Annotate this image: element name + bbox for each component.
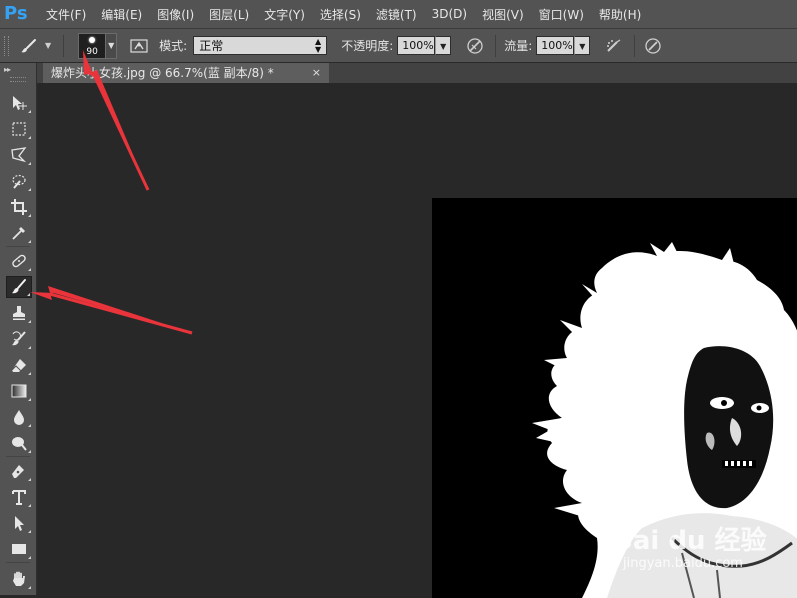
mode-value: 正常 [199,39,224,53]
tool-separator [6,562,30,563]
divider [634,34,636,57]
document-tab-title: 爆炸头小女孩.jpg @ 66.7%(蓝 副本/8) * [51,66,274,80]
menu-filter[interactable]: 滤镜(T) [376,6,417,23]
rectangle-icon [12,544,26,554]
tool-separator [6,246,30,247]
blur-icon [14,410,24,425]
airbrush-toggle[interactable] [604,36,624,56]
brush-panel-toggle[interactable] [129,36,149,56]
pressure-size-icon [645,37,661,54]
pressure-opacity-icon [467,37,483,54]
clone-stamp-icon [13,306,25,320]
divider [63,34,65,57]
baidu-watermark: Bai du 经验 jingyan.baidu.com [613,520,783,580]
dodge-icon [12,437,27,451]
brush-size-dropdown[interactable]: ▼ [106,32,118,59]
menu-bar: Ps 文件(F) 编辑(E) 图像(I) 图层(L) 文字(Y) 选择(S) 滤… [0,0,797,29]
tool-marquee[interactable] [6,118,32,140]
watermark-sub: jingyan.baidu.com [623,556,743,571]
flow-input[interactable]: 100% [536,36,575,55]
menu-type[interactable]: 文字(Y) [264,6,305,23]
brush-icon [21,38,36,52]
marquee-icon [12,122,26,136]
options-grip[interactable] [4,35,9,56]
divider [495,34,497,57]
tool-eraser[interactable] [6,354,32,376]
menu-window[interactable]: 窗口(W) [539,6,584,23]
menu-image[interactable]: 图像(I) [157,6,194,23]
airbrush-icon [607,39,621,52]
menu-select[interactable]: 选择(S) [320,6,361,23]
tool-history-brush[interactable] [6,328,32,350]
mode-select[interactable]: 正常 ▲ ▼ [193,36,328,55]
quick-select-icon [12,174,26,189]
move-icon [13,96,27,110]
photoshop-logo: Ps [4,3,28,24]
menu-layer[interactable]: 图层(L) [209,6,249,23]
brush-size-value: 90 [86,46,98,57]
document-tab-bar: 爆炸头小女孩.jpg @ 66.7%(蓝 副本/8) * × [37,63,797,83]
close-icon[interactable]: × [312,63,321,83]
tool-healing-brush[interactable] [6,250,32,272]
eyedropper-icon [12,227,25,240]
collapse-panel-icon[interactable]: ▸▸ [4,65,11,74]
tool-brush[interactable] [6,276,32,298]
eraser-icon [11,359,26,372]
crop-icon [11,199,27,215]
menu-help[interactable]: 帮助(H) [599,6,641,23]
flow-dropdown[interactable]: ▼ [574,36,591,55]
pressure-size-toggle[interactable] [643,36,663,56]
workspace[interactable] [37,83,797,598]
chevron-down-icon: ▼ [45,41,52,50]
tools-panel: ▸▸ [0,63,37,595]
healing-brush-icon [12,254,26,268]
type-icon [12,490,26,505]
options-bar: ▼ 90 ▼ 模式: 正常 ▲ ▼ 不透明度: 100% ▼ 流量: 100% ▼ [0,29,797,63]
tool-separator [6,456,30,457]
lasso-icon [11,147,27,163]
hand-icon [13,571,25,586]
pen-icon [12,465,24,478]
tool-eyedropper[interactable] [6,222,32,244]
tool-lasso[interactable] [6,144,32,166]
document-tab[interactable]: 爆炸头小女孩.jpg @ 66.7%(蓝 副本/8) * × [43,63,329,83]
tool-clone-stamp[interactable] [6,302,32,324]
tool-crop[interactable] [6,196,32,218]
tool-move[interactable] [6,92,32,114]
tool-blur[interactable] [6,406,32,428]
brush-size-picker[interactable]: 90 [78,32,107,59]
brush-icon [12,279,26,294]
tool-type[interactable] [6,486,32,508]
opacity-label: 不透明度: [341,39,394,53]
opacity-value: 100% [402,39,434,52]
menu-file[interactable]: 文件(F) [46,6,86,23]
tool-rectangle[interactable] [6,538,32,560]
opacity-input[interactable]: 100% [397,36,436,55]
updown-icon: ▲ ▼ [315,36,322,54]
brush-panel-icon [130,38,148,53]
toolbox-grip[interactable] [10,77,26,82]
tool-gradient[interactable] [6,380,32,402]
opacity-dropdown[interactable]: ▼ [435,36,452,55]
gradient-icon [11,384,27,398]
flow-label: 流量: [504,39,533,53]
history-brush-icon [12,331,26,346]
tool-pen[interactable] [6,460,32,482]
menu-edit[interactable]: 编辑(E) [101,6,142,23]
mode-label: 模式: [159,39,188,53]
tool-path-select[interactable] [6,512,32,534]
path-select-icon [15,516,24,531]
tool-preset-picker[interactable]: ▼ [19,38,51,54]
menu-3d[interactable]: 3D(D) [432,7,467,21]
watermark-main: Bai du 经验 [613,526,767,556]
tool-hand[interactable] [6,568,32,590]
pressure-opacity-toggle[interactable] [465,36,485,56]
menu-view[interactable]: 视图(V) [482,6,524,23]
tool-quick-select[interactable] [6,170,32,192]
flow-value: 100% [541,39,573,52]
tool-dodge[interactable] [6,432,32,454]
brush-tip-icon [89,36,96,43]
